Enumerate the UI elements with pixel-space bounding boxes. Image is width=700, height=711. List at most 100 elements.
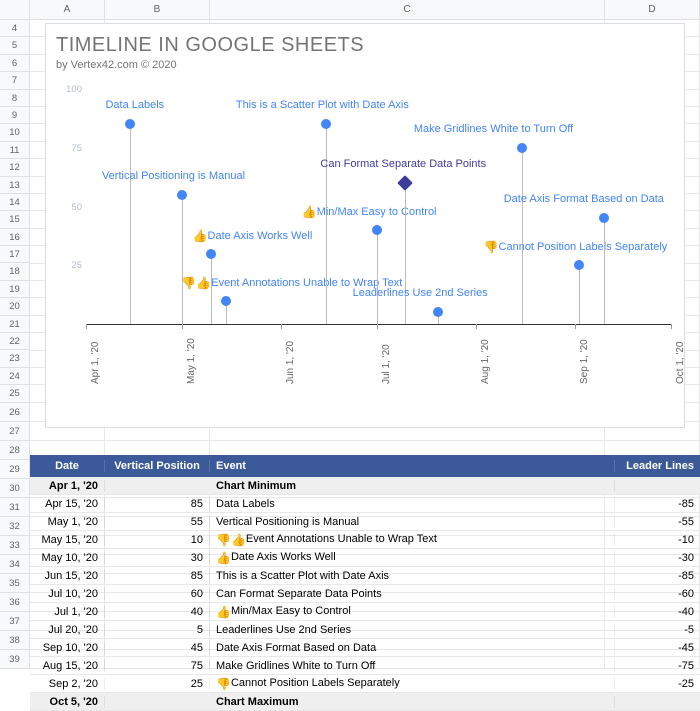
row-header[interactable]: 7 [0, 72, 30, 89]
header-leader[interactable]: Leader Lines [615, 460, 700, 472]
row-header[interactable]: 39 [0, 650, 30, 669]
cell-event[interactable]: Leaderlines Use 2nd Series [210, 624, 615, 636]
row-header[interactable]: 12 [0, 159, 30, 176]
data-point[interactable] [125, 119, 135, 129]
cell-vpos[interactable]: 40 [105, 606, 210, 618]
cell-date[interactable]: Jun 15, '20 [30, 570, 105, 582]
data-point[interactable] [206, 249, 216, 259]
cell-event[interactable]: This is a Scatter Plot with Date Axis [210, 570, 615, 582]
timeline-chart[interactable]: TIMELINE IN GOOGLE SHEETS by Vertex42.co… [45, 23, 685, 428]
cell-event[interactable]: Chart Maximum [210, 696, 615, 708]
row-header[interactable]: 37 [0, 612, 30, 631]
table-row[interactable]: Jul 10, '2060Can Format Separate Data Po… [30, 585, 700, 603]
row-header[interactable]: 16 [0, 229, 30, 246]
col-header-a[interactable]: A [30, 0, 105, 19]
table-row[interactable]: May 1, '2055Vertical Positioning is Manu… [30, 513, 700, 531]
cell-event[interactable]: Data Labels [210, 498, 615, 510]
table-row[interactable]: Jun 15, '2085This is a Scatter Plot with… [30, 567, 700, 585]
table-row[interactable]: May 10, '2030👍 Date Axis Works Well-30 [30, 549, 700, 567]
row-header[interactable]: 8 [0, 90, 30, 107]
row-header[interactable]: 21 [0, 316, 30, 333]
cell-vpos[interactable]: 25 [105, 678, 210, 690]
cell-event[interactable]: 👍 Date Axis Works Well [210, 551, 615, 563]
data-point[interactable] [433, 307, 443, 317]
data-point[interactable] [177, 190, 187, 200]
cell-leader[interactable]: -5 [615, 624, 700, 636]
cell-date[interactable]: Aug 15, '20 [30, 660, 105, 672]
data-point[interactable] [321, 119, 331, 129]
row-header[interactable]: 4 [0, 20, 30, 37]
row-header[interactable]: 25 [0, 385, 30, 402]
cell-event[interactable]: Make Gridlines White to Turn Off [210, 660, 615, 672]
table-row[interactable]: Jul 20, '205Leaderlines Use 2nd Series-5 [30, 621, 700, 639]
cell-leader[interactable]: -40 [615, 606, 700, 618]
cell-leader[interactable]: -30 [615, 552, 700, 564]
cell-date[interactable]: Sep 2, '20 [30, 678, 105, 690]
row-header[interactable]: 19 [0, 281, 30, 298]
cell-date[interactable]: Apr 1, '20 [30, 480, 105, 492]
table-row[interactable]: Jul 1, '2040👍 Min/Max Easy to Control-40 [30, 603, 700, 621]
row-header[interactable]: 28 [0, 441, 30, 460]
cell-date[interactable]: Sep 10, '20 [30, 642, 105, 654]
table-row[interactable]: Sep 2, '2025👎 Cannot Position Labels Sep… [30, 675, 700, 693]
cell-vpos[interactable]: 30 [105, 552, 210, 564]
cell-date[interactable]: Jul 1, '20 [30, 606, 105, 618]
table-row[interactable]: Oct 5, '20 Chart Maximum [30, 693, 700, 711]
row-header[interactable]: 36 [0, 593, 30, 612]
cell-vpos[interactable]: 85 [105, 570, 210, 582]
row-header[interactable]: 31 [0, 498, 30, 517]
cell-vpos[interactable]: 45 [105, 642, 210, 654]
data-point[interactable] [372, 225, 382, 235]
col-header-c[interactable]: C [210, 0, 605, 19]
row-header[interactable]: 18 [0, 263, 30, 280]
col-header-d[interactable]: D [605, 0, 700, 19]
cell-date[interactable]: Oct 5, '20 [30, 696, 105, 708]
cell-vpos[interactable]: 85 [105, 498, 210, 510]
cell-date[interactable]: Apr 15, '20 [30, 498, 105, 510]
cell-event[interactable]: Vertical Positioning is Manual [210, 516, 615, 528]
row-header[interactable]: 29 [0, 460, 30, 479]
row-header[interactable]: 5 [0, 37, 30, 54]
table-row[interactable]: Apr 1, '20 Chart Minimum [30, 477, 700, 495]
cell-leader[interactable]: -55 [615, 516, 700, 528]
data-point[interactable] [517, 143, 527, 153]
cell-event[interactable]: 👎👍 Event Annotations Unable to Wrap Text [210, 533, 615, 545]
cell-event[interactable]: 👍 Min/Max Easy to Control [210, 605, 615, 617]
row-header[interactable]: 26 [0, 403, 30, 422]
cell-event[interactable]: Can Format Separate Data Points [210, 588, 615, 600]
row-header[interactable]: 20 [0, 298, 30, 315]
header-vpos[interactable]: Vertical Position [105, 460, 210, 472]
row-header[interactable]: 24 [0, 368, 30, 385]
cell-event[interactable]: 👎 Cannot Position Labels Separately [210, 677, 615, 689]
cell-date[interactable]: Jul 10, '20 [30, 588, 105, 600]
data-point[interactable] [574, 260, 584, 270]
cell-date[interactable]: May 10, '20 [30, 552, 105, 564]
row-header[interactable]: 14 [0, 194, 30, 211]
row-header[interactable]: 30 [0, 479, 30, 498]
cell-vpos[interactable]: 75 [105, 660, 210, 672]
data-point[interactable] [398, 175, 414, 191]
table-row[interactable]: May 15, '2010👎👍 Event Annotations Unable… [30, 531, 700, 549]
header-date[interactable]: Date [30, 460, 105, 472]
cell-vpos[interactable]: 10 [105, 534, 210, 546]
cell-leader[interactable]: -25 [615, 678, 700, 690]
cell-date[interactable]: May 15, '20 [30, 534, 105, 546]
row-header[interactable]: 10 [0, 124, 30, 141]
cell-leader[interactable]: -10 [615, 534, 700, 546]
row-header[interactable]: 27 [0, 422, 30, 441]
cell-date[interactable]: Jul 20, '20 [30, 624, 105, 636]
cell-leader[interactable]: -85 [615, 498, 700, 510]
row-header[interactable]: 38 [0, 631, 30, 650]
row-header[interactable]: 13 [0, 177, 30, 194]
cell-event[interactable]: Date Axis Format Based on Data [210, 642, 615, 654]
row-header[interactable]: 23 [0, 350, 30, 367]
data-point[interactable] [599, 213, 609, 223]
row-header[interactable]: 32 [0, 517, 30, 536]
row-header[interactable]: 9 [0, 107, 30, 124]
cell-leader[interactable]: -85 [615, 570, 700, 582]
row-header[interactable]: 33 [0, 536, 30, 555]
cell-date[interactable]: May 1, '20 [30, 516, 105, 528]
cell-leader[interactable]: -60 [615, 588, 700, 600]
cell-vpos[interactable]: 55 [105, 516, 210, 528]
cell-event[interactable]: Chart Minimum [210, 480, 615, 492]
